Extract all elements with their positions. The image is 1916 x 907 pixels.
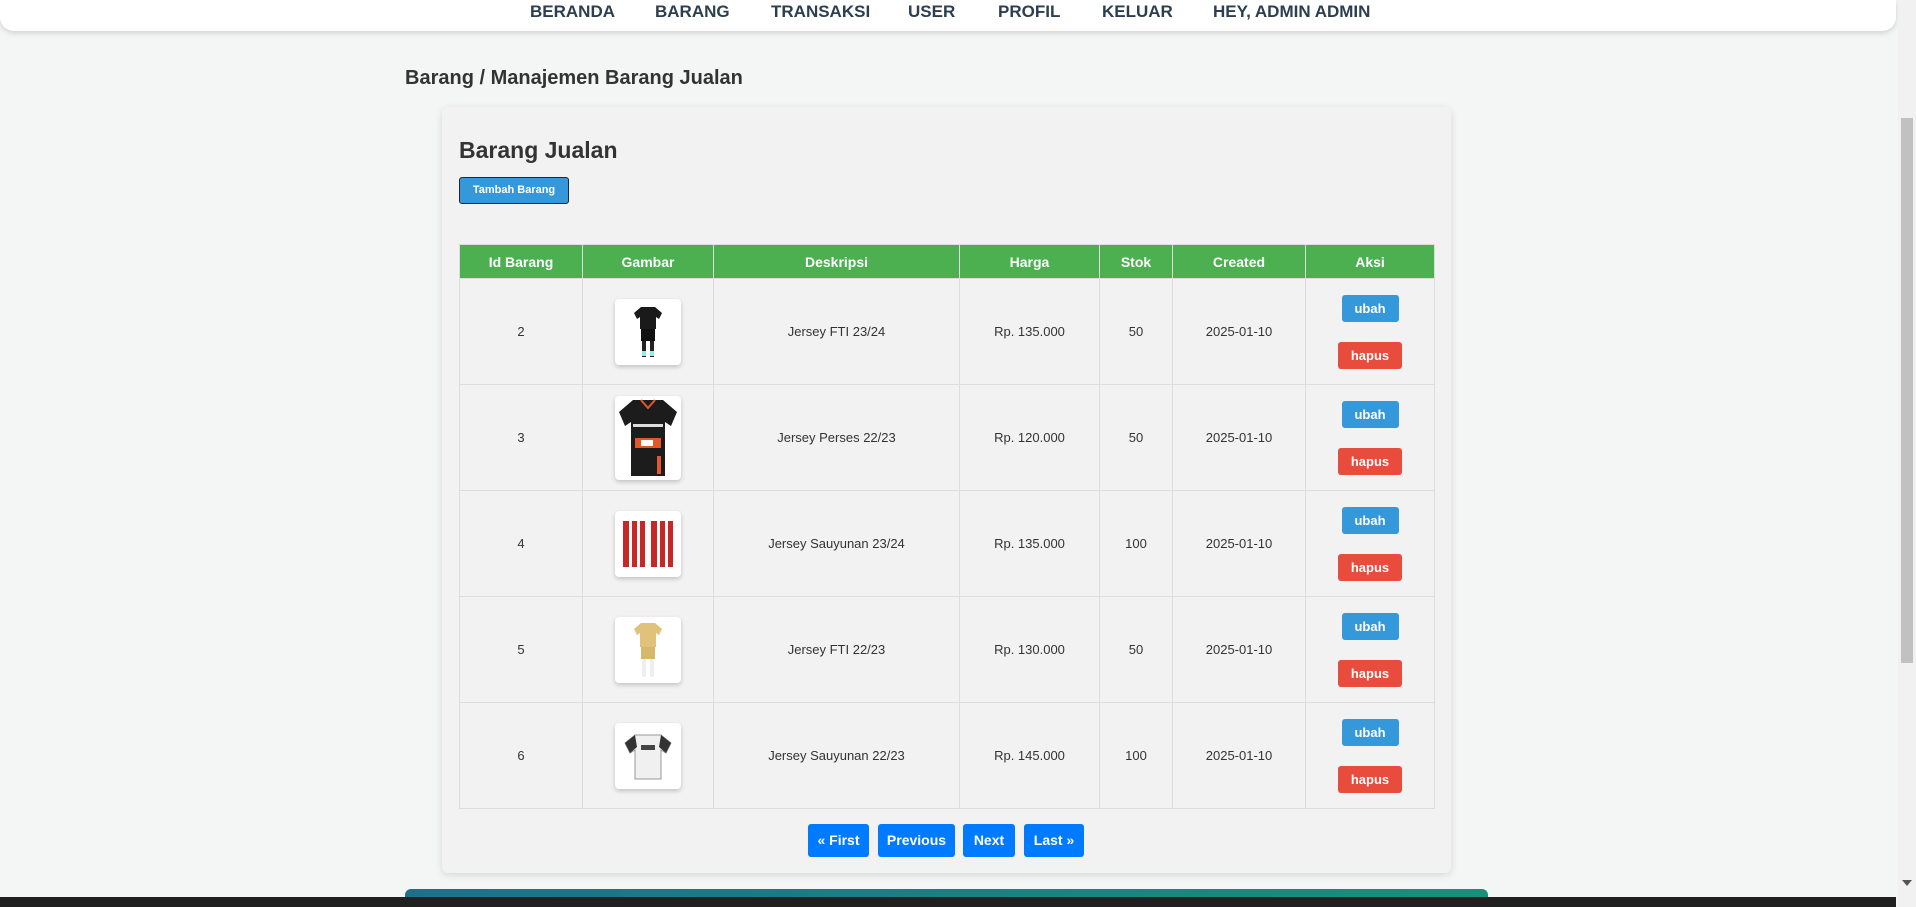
cell-deskripsi: Jersey Sauyunan 22/23 [713,702,960,809]
table-row: 2 Jersey FTI 23/24 Rp. 135.000 50 2025-0… [459,278,1435,385]
cell-harga: Rp. 135.000 [959,490,1100,597]
table-row: 6 Jersey Sauyunan 22/23 Rp. 145.000 100 … [459,702,1435,809]
header-gambar[interactable]: Gambar [582,244,714,279]
edit-button[interactable]: ubah [1341,294,1399,322]
scrollbar[interactable] [1898,0,1916,907]
cell-stok: 100 [1099,702,1173,809]
header-created[interactable]: Created [1172,244,1306,279]
cell-stok: 50 [1099,384,1173,491]
cell-id: 3 [459,384,583,491]
edit-button[interactable]: ubah [1341,612,1399,640]
items-table: Id Barang Gambar Deskripsi Harga Stok Cr… [459,244,1435,809]
delete-button[interactable]: hapus [1338,765,1402,793]
delete-button[interactable]: hapus [1338,341,1402,369]
delete-button[interactable]: hapus [1338,553,1402,581]
nav-profil[interactable]: PROFIL [998,2,1060,22]
pagination-last-button[interactable]: Last » [1024,824,1084,857]
table-row: 4 Jersey Sauyunan 23/24 Rp. 135.000 100 … [459,490,1435,597]
scrollbar-thumb[interactable] [1901,118,1913,663]
jersey-thumbnail [615,616,681,683]
jersey-thumbnail [615,298,681,365]
pagination-previous-button[interactable]: Previous [878,824,955,857]
cell-stok: 50 [1099,278,1173,385]
cell-harga: Rp. 145.000 [959,702,1100,809]
cell-created: 2025-01-10 [1172,702,1306,809]
jersey-thumbnail [615,395,681,480]
table-row: 3 Jersey Perses 22/23 Rp. 120.000 50 202… [459,384,1435,491]
nav-user-greeting[interactable]: HEY, ADMIN ADMIN [1213,2,1370,22]
scroll-down-arrow-icon[interactable] [1902,880,1912,886]
cell-created: 2025-01-10 [1172,490,1306,597]
pagination-first-button[interactable]: « First [808,824,869,857]
edit-button[interactable]: ubah [1341,506,1399,534]
cell-id: 2 [459,278,583,385]
jersey-thumbnail [615,722,681,789]
nav-transaksi[interactable]: TRANSAKSI [771,2,870,22]
edit-button[interactable]: ubah [1341,400,1399,428]
header-aksi: Aksi [1305,244,1435,279]
header-deskripsi[interactable]: Deskripsi [713,244,960,279]
page-title: Barang Jualan [459,137,618,163]
header-harga[interactable]: Harga [959,244,1100,279]
cell-deskripsi: Jersey Perses 22/23 [713,384,960,491]
table-row: 5 Jersey FTI 22/23 Rp. 130.000 50 2025-0… [459,596,1435,703]
breadcrumb: Barang / Manajemen Barang Jualan [405,67,743,89]
cell-id: 4 [459,490,583,597]
os-taskbar [0,897,1896,907]
header-id[interactable]: Id Barang [459,244,583,279]
header-stok[interactable]: Stok [1099,244,1173,279]
nav-keluar[interactable]: KELUAR [1102,2,1173,22]
cell-deskripsi: Jersey FTI 23/24 [713,278,960,385]
cell-created: 2025-01-10 [1172,596,1306,703]
nav-user[interactable]: USER [908,2,955,22]
delete-button[interactable]: hapus [1338,659,1402,687]
cell-id: 6 [459,702,583,809]
cell-stok: 50 [1099,596,1173,703]
cell-harga: Rp. 130.000 [959,596,1100,703]
nav-barang[interactable]: BARANG [655,2,730,22]
cell-id: 5 [459,596,583,703]
delete-button[interactable]: hapus [1338,447,1402,475]
cell-deskripsi: Jersey Sauyunan 23/24 [713,490,960,597]
cell-created: 2025-01-10 [1172,278,1306,385]
cell-deskripsi: Jersey FTI 22/23 [713,596,960,703]
top-navbar: BERANDA BARANG TRANSAKSI USER PROFIL KEL… [0,0,1896,31]
cell-stok: 100 [1099,490,1173,597]
nav-beranda[interactable]: BERANDA [530,2,615,22]
table-header-row: Id Barang Gambar Deskripsi Harga Stok Cr… [459,244,1435,279]
cell-harga: Rp. 120.000 [959,384,1100,491]
jersey-thumbnail [615,510,681,577]
edit-button[interactable]: ubah [1341,718,1399,746]
pagination-next-button[interactable]: Next [963,824,1015,857]
cell-harga: Rp. 135.000 [959,278,1100,385]
add-item-button[interactable]: Tambah Barang [459,177,569,204]
cell-created: 2025-01-10 [1172,384,1306,491]
